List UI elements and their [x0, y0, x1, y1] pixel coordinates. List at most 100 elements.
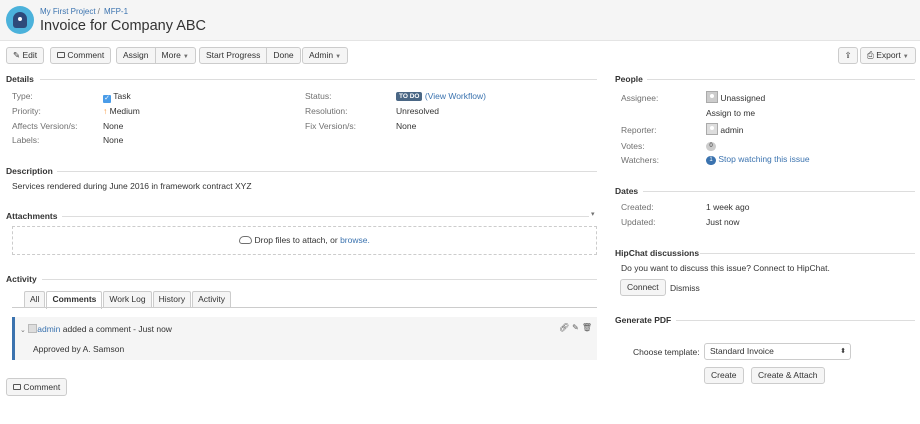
chevron-down-icon: ▼	[335, 54, 342, 60]
pdf-divider	[676, 320, 915, 321]
template-select[interactable]: Standard Invoice ⬍	[704, 343, 851, 360]
details-divider	[40, 79, 597, 80]
dates-divider	[643, 191, 915, 192]
description-text[interactable]: Services rendered during June 2016 in fr…	[12, 181, 252, 191]
chevron-down-icon: ▼	[902, 54, 909, 60]
stop-watching-link[interactable]: Stop watching this issue	[718, 154, 809, 164]
type-value: ✓ Task	[103, 91, 131, 103]
created-value: 1 week ago	[706, 202, 750, 212]
priority-up-arrow-icon: ↑	[103, 106, 108, 116]
share-icon: ⇪	[844, 50, 852, 60]
resolution-label: Resolution:	[305, 106, 348, 116]
start-progress-button[interactable]: Start Progress	[199, 47, 268, 64]
add-comment-button[interactable]: Comment	[6, 378, 68, 396]
comment-icon	[13, 384, 21, 390]
status-label: Status:	[305, 91, 332, 101]
votes-value[interactable]: 0	[706, 140, 716, 151]
issue-header: My First Project / MFP-1 Invoice for Comp…	[0, 0, 920, 41]
watchers-label: Watchers:	[621, 155, 659, 165]
hipchat-divider	[700, 253, 915, 254]
avatar	[706, 91, 718, 103]
comment-icon	[57, 52, 65, 58]
tab-activity[interactable]: Activity	[192, 291, 231, 308]
type-label: Type:	[12, 91, 33, 101]
fix-version-label: Fix Version/s:	[305, 121, 357, 131]
votes-count-badge: 0	[706, 142, 716, 151]
breadcrumb: My First Project / MFP-1	[40, 7, 128, 16]
watchers-value: 1 Stop watching this issue	[706, 154, 810, 165]
tab-history[interactable]: History	[152, 291, 192, 308]
dates-heading: Dates	[615, 186, 639, 196]
updated-value: Just now	[706, 217, 740, 227]
avatar	[706, 123, 718, 135]
comment-body: Approved by A. Samson	[33, 344, 125, 354]
export-button[interactable]: ⎙ Export ▼	[860, 47, 916, 64]
connect-button[interactable]: Connect	[620, 279, 666, 296]
attachments-heading: Attachments	[6, 211, 58, 221]
comment-time[interactable]: Just now	[138, 324, 172, 334]
priority-value: ↑ Medium	[103, 106, 140, 116]
labels-label: Labels:	[12, 135, 40, 145]
hipchat-text: Do you want to discuss this issue? Conne…	[621, 263, 830, 273]
more-button[interactable]: More ▼	[155, 47, 196, 64]
trash-icon[interactable]: 🗑︎	[582, 323, 595, 332]
edit-button[interactable]: ✎ Edit	[6, 47, 45, 64]
tab-work-log[interactable]: Work Log	[103, 291, 152, 308]
activity-heading: Activity	[6, 274, 37, 284]
status-badge: TO DO	[396, 92, 423, 101]
pencil-icon[interactable]: ✎	[572, 323, 582, 332]
chevron-down-icon: ▼	[182, 54, 189, 60]
people-divider	[647, 79, 915, 80]
assignee-label: Assignee:	[621, 93, 659, 103]
create-pdf-button[interactable]: Create	[704, 367, 744, 384]
comment-header: ⌄ admin added a comment - Just now	[20, 324, 172, 334]
people-heading: People	[615, 74, 643, 84]
project-avatar-icon[interactable]	[6, 6, 34, 34]
attachment-dropzone[interactable]: Drop files to attach, or browse.	[12, 226, 597, 255]
browse-link[interactable]: browse.	[340, 235, 370, 245]
collapse-chevron-icon[interactable]: ⌄	[20, 327, 26, 334]
activity-tabs: All Comments Work Log History Activity	[24, 291, 232, 309]
tabs-baseline	[12, 307, 597, 308]
comment-button[interactable]: Comment	[50, 47, 112, 64]
created-label: Created:	[621, 202, 654, 212]
priority-label: Priority:	[12, 106, 41, 116]
watchers-count-badge[interactable]: 1	[706, 156, 716, 165]
attachments-options-chevron-icon[interactable]: ▾	[591, 210, 595, 218]
hipchat-heading: HipChat discussions	[615, 248, 700, 258]
assign-more-group: Assign More ▼	[116, 47, 196, 64]
share-button[interactable]: ⇪	[838, 47, 858, 64]
page-title: Invoice for Company ABC	[40, 18, 207, 34]
tab-all[interactable]: All	[24, 291, 46, 308]
reporter-value: admin	[706, 123, 744, 135]
description-heading: Description	[6, 166, 53, 176]
template-label: Choose template:	[633, 347, 700, 357]
comment-action-text: added a comment -	[62, 324, 137, 334]
create-attach-button[interactable]: Create & Attach	[751, 367, 825, 384]
dismiss-link[interactable]: Dismiss	[670, 283, 700, 293]
pencil-icon: ✎	[13, 50, 21, 60]
labels-value: None	[103, 135, 124, 145]
details-heading: Details	[6, 74, 34, 84]
assign-button[interactable]: Assign	[116, 47, 156, 64]
select-arrows-icon: ⬍	[840, 348, 846, 355]
activity-divider	[42, 279, 597, 280]
votes-label: Votes:	[621, 141, 645, 151]
affects-version-label: Affects Version/s:	[12, 121, 78, 131]
cloud-upload-icon	[239, 236, 253, 244]
link-icon[interactable]: 🔗︎	[559, 323, 572, 332]
task-icon: ✓	[103, 95, 111, 103]
breadcrumb-issue-key[interactable]: MFP-1	[104, 7, 128, 16]
comment-author-link[interactable]: admin	[37, 324, 60, 334]
assign-to-me-link[interactable]: Assign to me	[706, 108, 755, 118]
breadcrumb-project-link[interactable]: My First Project	[40, 7, 96, 16]
view-workflow-link[interactable]: (View Workflow)	[425, 91, 486, 101]
breadcrumb-separator: /	[97, 7, 100, 16]
fix-version-value: None	[396, 121, 417, 131]
done-button[interactable]: Done	[267, 47, 301, 64]
admin-button[interactable]: Admin ▼	[302, 47, 349, 64]
affects-version-value: None	[103, 121, 124, 131]
resolution-value: Unresolved	[396, 106, 439, 116]
avatar	[28, 324, 38, 333]
comment-actions: 🔗︎✎🗑︎	[559, 323, 595, 332]
